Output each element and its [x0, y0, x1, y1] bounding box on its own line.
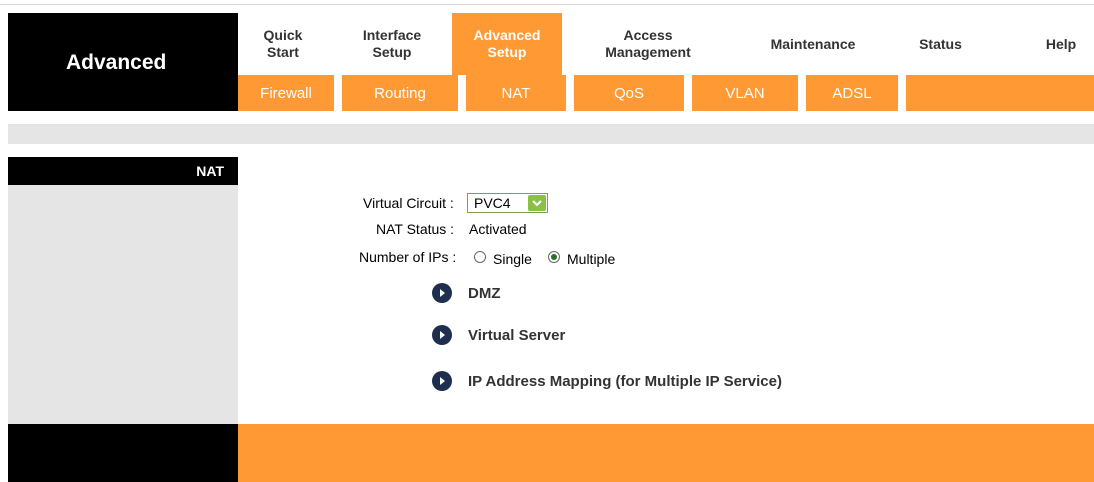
nat-status-label: NAT Status :: [376, 221, 455, 237]
radio-single[interactable]: [474, 251, 486, 263]
brand-block: Advanced: [8, 13, 238, 111]
left-panel: [8, 157, 238, 424]
main-nav: Quick Start Interface Setup Advanced Set…: [238, 13, 1094, 75]
link-ip-address-mapping-label[interactable]: IP Address Mapping (for Multiple IP Serv…: [468, 373, 782, 390]
radio-multiple-label[interactable]: Multiple: [567, 251, 615, 267]
nav-quick-start[interactable]: Quick Start: [238, 13, 328, 75]
nav-interface-setup[interactable]: Interface Setup: [338, 13, 446, 75]
section-header: NAT: [8, 157, 238, 185]
nav-maintenance[interactable]: Maintenance: [748, 13, 878, 75]
radio-multiple[interactable]: [548, 251, 560, 263]
sub-nav: Firewall Routing NAT QoS VLAN ADSL: [238, 75, 1094, 111]
link-virtual-server-label[interactable]: Virtual Server: [468, 327, 565, 344]
nav-advanced-setup[interactable]: Advanced Setup: [452, 13, 562, 75]
number-of-ips-label: Number of IPs :: [359, 249, 457, 265]
subnav-adsl[interactable]: ADSL: [806, 75, 898, 111]
spacer-bar: [8, 124, 1094, 144]
arrow-right-icon: [432, 325, 452, 345]
nat-status-value: Activated: [469, 221, 527, 237]
nav-help[interactable]: Help: [1028, 13, 1094, 75]
arrow-right-icon: [432, 371, 452, 391]
radio-single-label[interactable]: Single: [493, 251, 532, 267]
subnav-routing[interactable]: Routing: [342, 75, 458, 111]
subnav-vlan[interactable]: VLAN: [692, 75, 798, 111]
link-dmz[interactable]: DMZ: [432, 282, 501, 304]
virtual-circuit-value: PVC4: [474, 195, 511, 211]
nav-status[interactable]: Status: [893, 13, 988, 75]
brand-title: Advanced: [66, 51, 167, 74]
section-title: NAT: [196, 163, 224, 179]
virtual-circuit-select[interactable]: PVC4: [467, 193, 548, 213]
top-divider: [0, 4, 1094, 5]
arrow-right-icon: [432, 283, 452, 303]
nav-access-management[interactable]: Access Management: [588, 13, 708, 75]
link-ip-address-mapping[interactable]: IP Address Mapping (for Multiple IP Serv…: [432, 370, 782, 392]
footer-right: [238, 424, 1094, 482]
link-virtual-server[interactable]: Virtual Server: [432, 324, 565, 346]
link-dmz-label[interactable]: DMZ: [468, 285, 501, 302]
virtual-circuit-label: Virtual Circuit :: [363, 195, 454, 211]
subnav-nat[interactable]: NAT: [466, 75, 566, 111]
footer-left: [8, 424, 238, 482]
subnav-qos[interactable]: QoS: [574, 75, 684, 111]
chevron-down-icon[interactable]: [528, 195, 546, 211]
subnav-firewall[interactable]: Firewall: [238, 75, 334, 111]
